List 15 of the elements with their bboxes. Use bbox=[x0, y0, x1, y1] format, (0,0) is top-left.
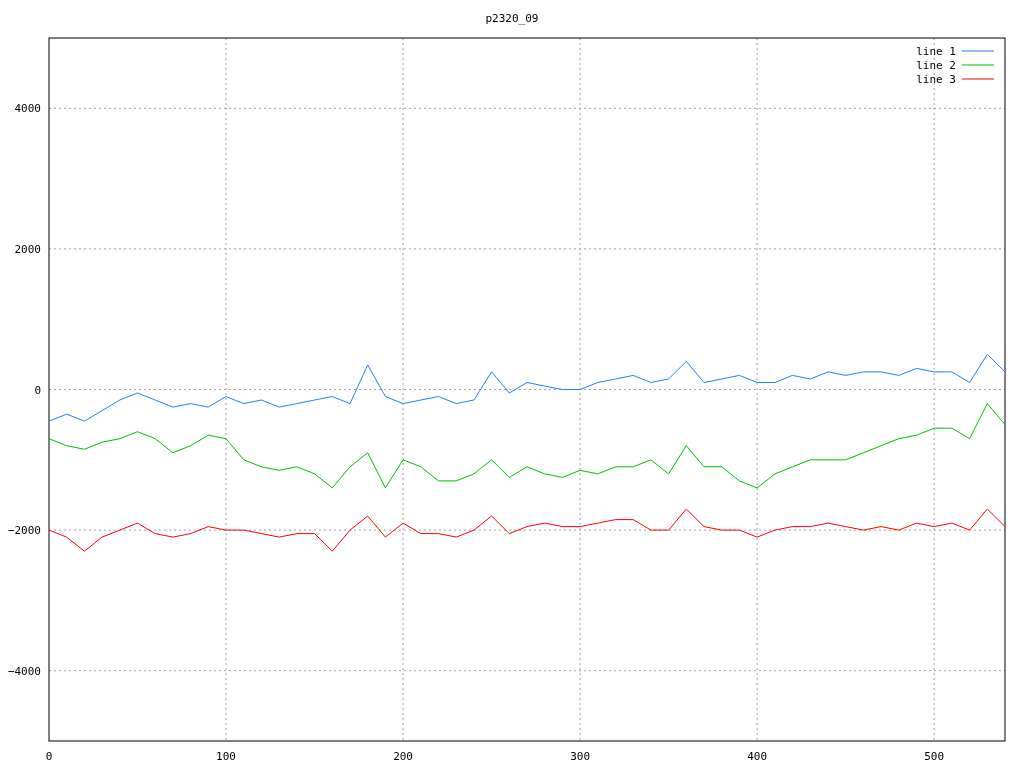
x-tick-label: 200 bbox=[393, 750, 413, 763]
legend-label: line 3 bbox=[916, 73, 956, 86]
x-tick-label: 400 bbox=[747, 750, 768, 763]
legend-label: line 1 bbox=[916, 45, 956, 58]
chart-title: p2320_09 bbox=[485, 12, 539, 25]
x-tick-label: 300 bbox=[570, 750, 591, 763]
y-tick-label: 2000 bbox=[14, 242, 41, 256]
x-tick-label: 500 bbox=[924, 750, 945, 763]
y-tick-label: 0 bbox=[34, 383, 41, 397]
x-tick-label: 100 bbox=[216, 750, 236, 763]
legend-label: line 2 bbox=[916, 59, 956, 72]
y-tick-label: 4000 bbox=[14, 102, 41, 116]
x-tick-label: 0 bbox=[45, 750, 53, 763]
y-tick-label: −2000 bbox=[7, 524, 41, 538]
y-tick-label: −4000 bbox=[7, 664, 41, 678]
